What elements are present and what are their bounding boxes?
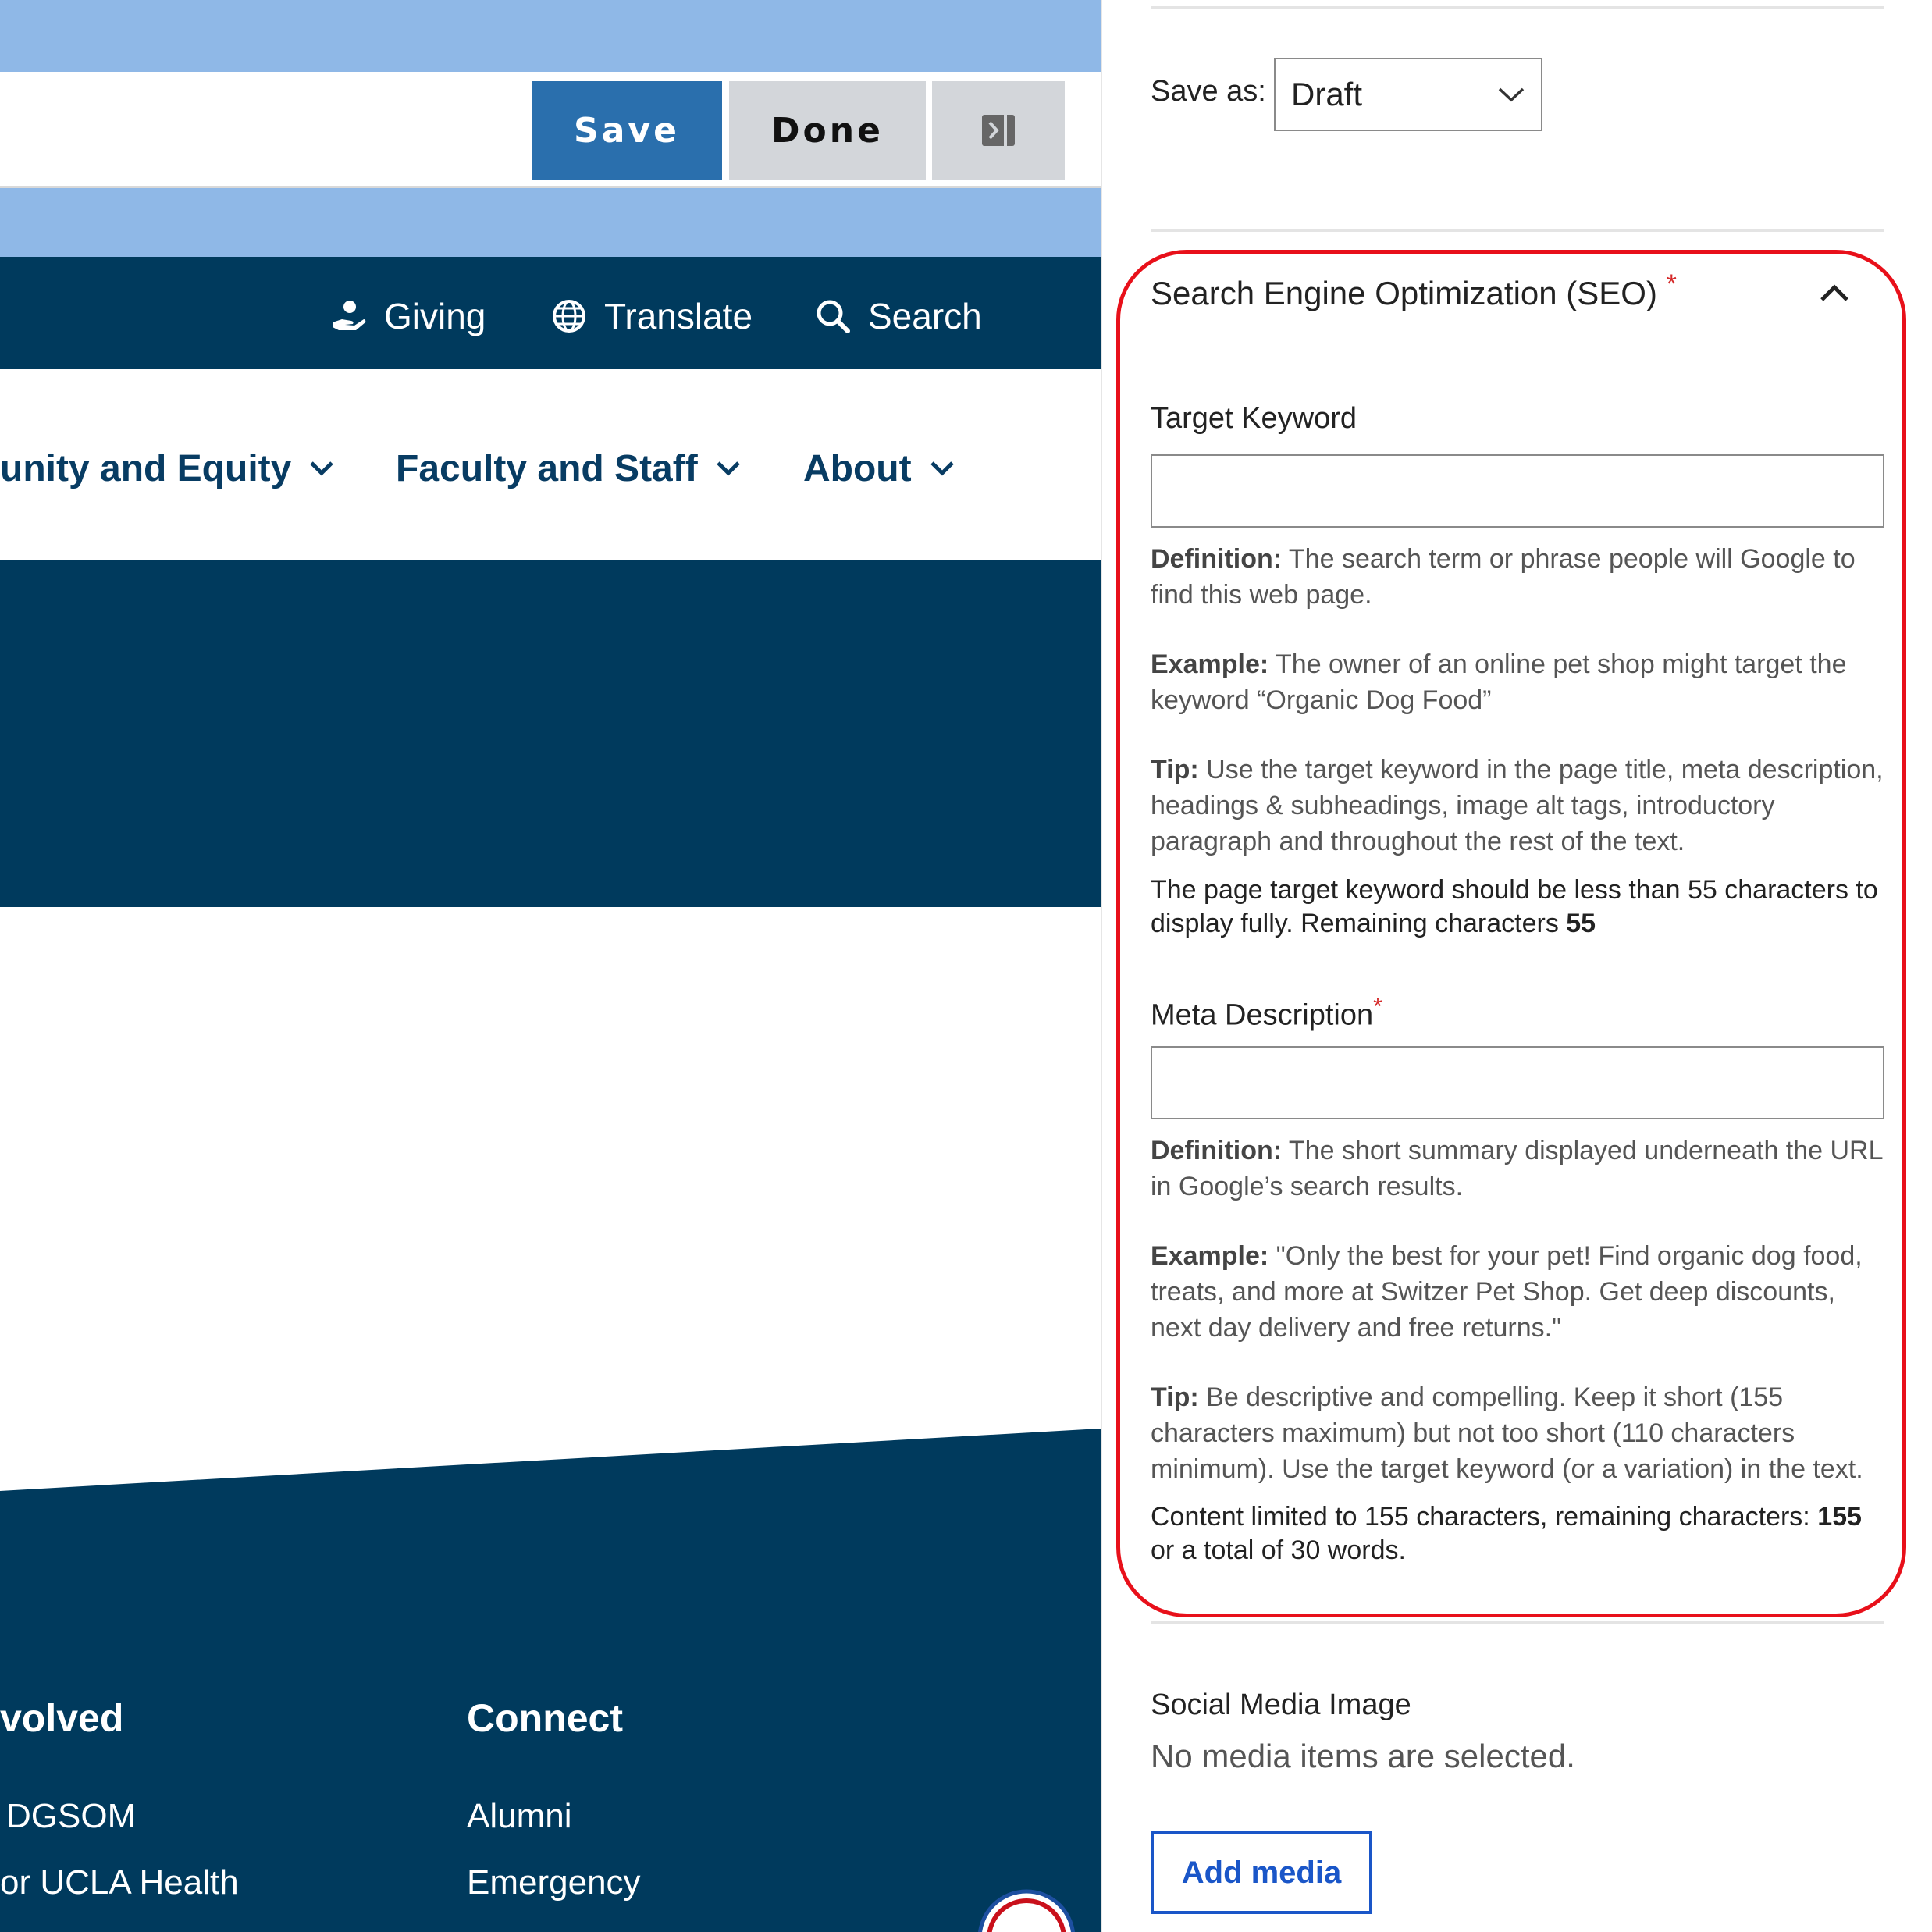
footer-link[interactable]: DGSOM: [6, 1797, 136, 1836]
globe-icon: [553, 300, 585, 333]
translate-label: Translate: [604, 296, 753, 336]
collapse-sidebar-button[interactable]: [932, 81, 1065, 180]
divider: [1151, 1621, 1884, 1624]
giving-link[interactable]: Giving: [331, 289, 486, 343]
nav-item-about[interactable]: About: [803, 441, 955, 496]
no-media-message: No media items are selected.: [1151, 1738, 1575, 1774]
hero-banner: [0, 560, 1101, 907]
back-to-top-icon[interactable]: [976, 1888, 1077, 1932]
footer-heading-involved: volved: [0, 1696, 124, 1740]
highlight-annotation: [1116, 250, 1906, 1617]
nav-label: unity and Equity: [0, 447, 292, 489]
social-media-image-label: Social Media Image: [1151, 1688, 1411, 1721]
nav-item-equity[interactable]: unity and Equity: [0, 441, 335, 496]
footer-background: [0, 1429, 1101, 1932]
chevron-down-icon: [1498, 87, 1525, 102]
top-band: [0, 0, 1101, 72]
nav-item-faculty-staff[interactable]: Faculty and Staff: [396, 441, 742, 496]
search-label: Search: [868, 296, 982, 336]
nav-label: Faculty and Staff: [396, 447, 698, 489]
save-as-label: Save as:: [1151, 75, 1266, 108]
search-icon: [817, 300, 850, 333]
footer-link[interactable]: Emergency: [467, 1863, 641, 1902]
search-link[interactable]: Search: [815, 289, 982, 343]
save-as-value: Draft: [1291, 76, 1363, 112]
collapse-sidebar-icon: [982, 115, 1015, 146]
done-button[interactable]: Done: [729, 81, 926, 180]
footer-heading-connect: Connect: [467, 1696, 623, 1740]
add-media-button[interactable]: Add media: [1151, 1831, 1372, 1914]
chevron-down-icon: [310, 461, 334, 476]
giving-label: Giving: [384, 296, 486, 336]
divider: [1151, 6, 1884, 9]
giving-hand-icon: [333, 301, 366, 330]
translate-link[interactable]: Translate: [551, 289, 753, 343]
footer-link[interactable]: Alumni: [467, 1797, 572, 1836]
nav-label: About: [803, 447, 912, 489]
save-as-select[interactable]: Draft: [1274, 58, 1542, 131]
settings-sidebar: Save as: Draft Search Engine Optimizatio…: [1101, 0, 1932, 1932]
divider: [1151, 229, 1884, 232]
blue-band: [0, 188, 1101, 257]
page-preview: Save Done Giving Translate Search unity …: [0, 0, 1101, 1932]
chevron-down-icon: [930, 461, 954, 476]
footer-link[interactable]: or UCLA Health: [0, 1863, 239, 1902]
save-button[interactable]: Save: [532, 81, 722, 180]
chevron-down-icon: [716, 461, 740, 476]
